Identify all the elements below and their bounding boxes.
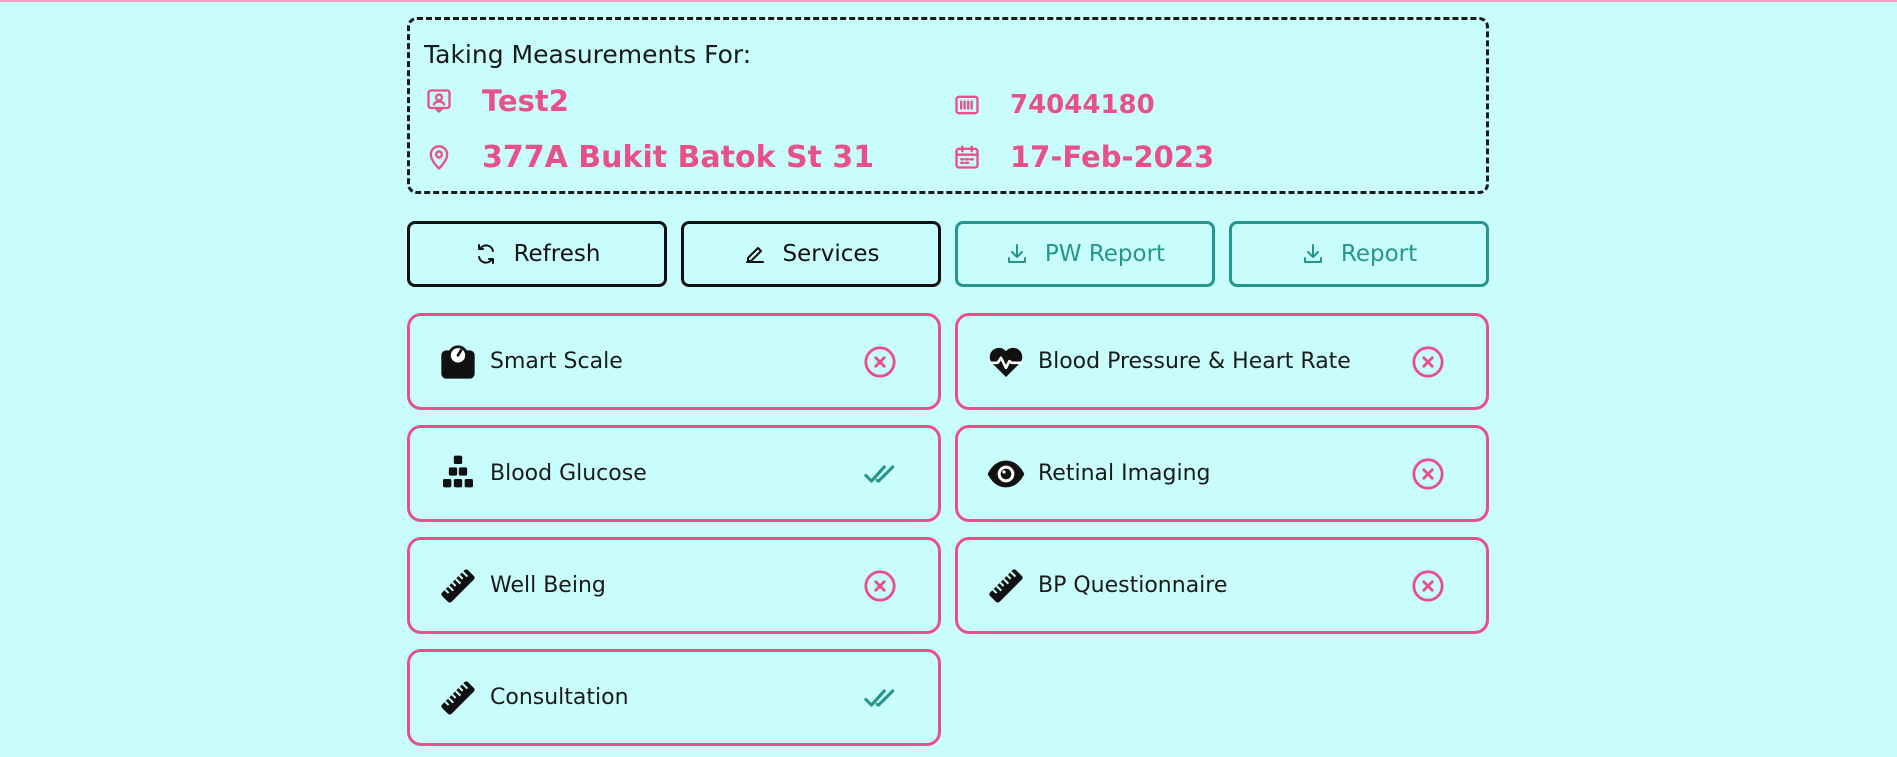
action-buttons: Refresh Services PW Report Report: [407, 221, 1489, 287]
service-card-smart-scale[interactable]: Smart Scale: [407, 313, 941, 410]
patient-id: 74044180: [1010, 90, 1155, 120]
service-card-well-being[interactable]: Well Being: [407, 537, 941, 634]
service-card-retinal-imaging[interactable]: Retinal Imaging: [955, 425, 1489, 522]
incomplete-x-icon: [862, 568, 898, 604]
complete-double-check-icon: [862, 680, 898, 716]
patient-name-row: Test2: [424, 84, 569, 118]
main-container: Taking Measurements For: Test2 377A Buki…: [407, 17, 1489, 746]
service-card-consultation[interactable]: Consultation: [407, 649, 941, 746]
service-label: Retinal Imaging: [1038, 461, 1211, 486]
service-label: BP Questionnaire: [1038, 573, 1228, 598]
patient-id-row: 74044180: [952, 90, 1155, 120]
service-card-blood-pressure[interactable]: Blood Pressure & Heart Rate: [955, 313, 1489, 410]
patient-address: 377A Bukit Batok St 31: [482, 140, 875, 175]
service-label: Blood Glucose: [490, 461, 647, 486]
download-icon: [1007, 244, 1026, 263]
service-card-bp-questionnaire[interactable]: BP Questionnaire: [955, 537, 1489, 634]
pw-report-label: PW Report: [1044, 241, 1166, 267]
info-heading: Taking Measurements For:: [424, 40, 752, 69]
service-label: Consultation: [490, 685, 629, 710]
eye-icon: [985, 453, 1027, 495]
services-button[interactable]: Services: [681, 221, 941, 287]
refresh-label: Refresh: [513, 241, 601, 267]
ruler-icon: [437, 677, 479, 719]
service-label: Smart Scale: [490, 349, 623, 374]
pw-report-button[interactable]: PW Report: [955, 221, 1215, 287]
complete-double-check-icon: [862, 456, 898, 492]
incomplete-x-icon: [1410, 568, 1446, 604]
map-pin-icon: [424, 143, 454, 173]
barcode-icon: [952, 90, 982, 120]
service-label: Blood Pressure & Heart Rate: [1038, 349, 1351, 374]
ruler-icon: [985, 565, 1027, 607]
incomplete-x-icon: [1410, 344, 1446, 380]
contact-card-icon: [424, 86, 454, 116]
ruler-icon: [437, 565, 479, 607]
refresh-icon: [477, 244, 494, 264]
service-label: Well Being: [490, 573, 606, 598]
measurement-date-row: 17-Feb-2023: [952, 140, 1214, 174]
calendar-icon: [952, 142, 982, 172]
scale-icon: [437, 341, 479, 383]
patient-info-card: Taking Measurements For: Test2 377A Buki…: [407, 17, 1489, 194]
incomplete-x-icon: [862, 344, 898, 380]
measurement-date: 17-Feb-2023: [1010, 140, 1215, 174]
service-card-blood-glucose[interactable]: Blood Glucose: [407, 425, 941, 522]
services-grid: Smart Scale Blood Pressure & Heart Rate …: [407, 313, 1489, 746]
heart-pulse-icon: [985, 341, 1027, 383]
patient-name: Test2: [482, 84, 569, 118]
services-label: Services: [782, 241, 880, 267]
report-label: Report: [1340, 241, 1418, 267]
patient-address-row: 377A Bukit Batok St 31: [424, 140, 874, 175]
cubes-icon: [437, 453, 479, 495]
report-button[interactable]: Report: [1229, 221, 1489, 287]
refresh-button[interactable]: Refresh: [407, 221, 667, 287]
download-icon: [1303, 244, 1322, 263]
edit-icon: [745, 247, 764, 263]
incomplete-x-icon: [1410, 456, 1446, 492]
